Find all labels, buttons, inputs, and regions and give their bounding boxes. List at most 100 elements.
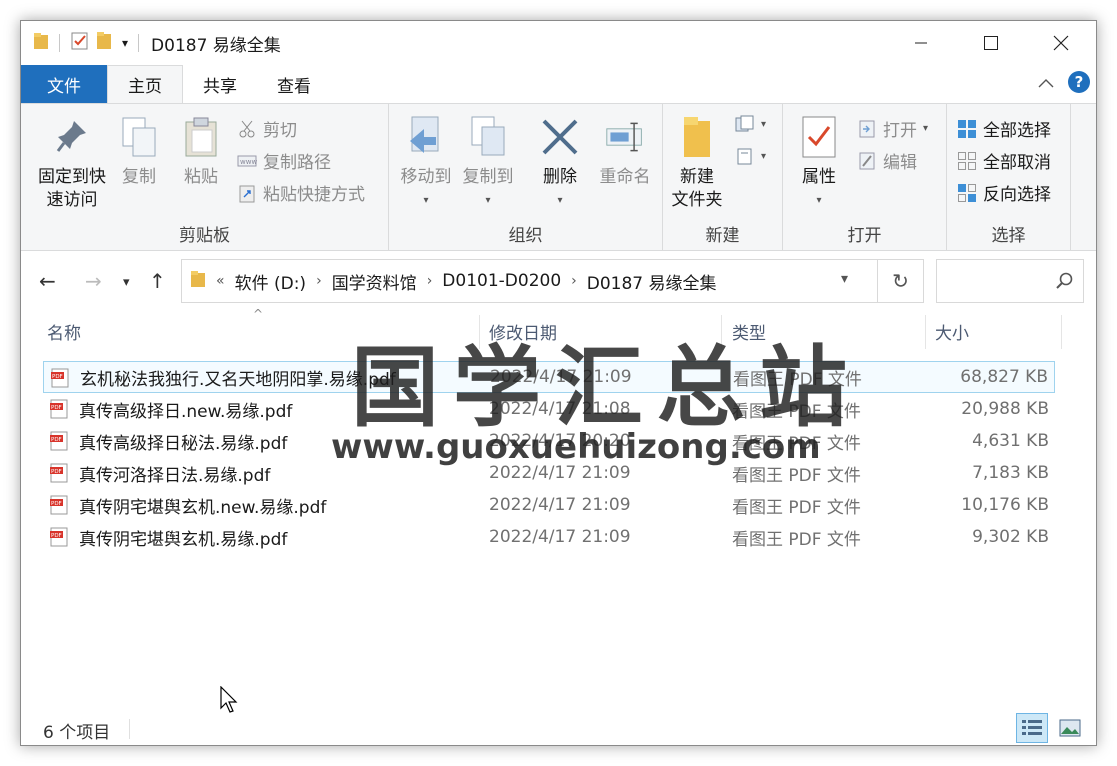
watermark-title: 国学汇总站 [351,335,862,439]
cut-button[interactable]: 剪切 [237,116,297,141]
scissors-icon [237,119,257,139]
copy-button[interactable]: 复制 [117,114,161,189]
select-none-icon [957,151,977,171]
column-name[interactable]: 名称 [47,319,81,344]
close-icon [1053,35,1069,51]
pin-icon [52,114,92,160]
help-icon[interactable]: ? [1068,71,1090,93]
ribbon-tabs: 文件 主页 共享 查看 ? [21,65,1096,103]
open-button[interactable]: 打开 ▾ [857,116,928,141]
copy-path-button[interactable]: www 复制路径 [237,148,331,173]
file-row[interactable]: PDF 真传阴宅堪舆玄机.易缘.pdf 2022/4/17 21:09 看图王 … [43,521,1055,553]
invert-selection-button[interactable]: 反向选择 [957,180,1051,205]
paste-shortcut-button[interactable]: 粘贴快捷方式 [237,180,365,205]
rename-button[interactable]: 重命名 [595,114,655,189]
tab-view[interactable]: 查看 [257,65,331,103]
easy-access-button[interactable]: ▾ [735,146,766,166]
minimize-button[interactable] [886,21,956,65]
select-none-button[interactable]: 全部取消 [957,148,1051,173]
paste-button[interactable]: 粘贴 [179,114,223,189]
group-label-organize: 组织 [508,226,543,246]
svg-text:PDF: PDF [51,437,62,443]
breadcrumb-item[interactable]: 软件 (D:) [235,269,307,294]
new-folder-qat-icon[interactable] [96,31,112,55]
breadcrumb-separator-icon[interactable]: › [571,273,577,289]
watermark-url: www.guoxuehuizong.com [331,427,821,467]
maximize-icon [984,36,998,50]
refresh-button[interactable]: ↻ [878,259,924,303]
easy-access-icon [735,146,755,166]
forward-arrow-icon[interactable]: → [85,269,102,293]
title-bar: ▾ D0187 易缘全集 [21,21,1096,65]
window-controls [886,21,1096,65]
search-icon [1056,272,1073,289]
pdf-file-icon: PDF [50,431,68,451]
svg-text:PDF: PDF [51,501,62,507]
pin-quick-access-button[interactable]: 固定到快 速访问 [29,114,115,212]
move-to-icon [406,114,446,160]
breadcrumb-separator-icon[interactable]: › [427,273,433,289]
pdf-file-icon: PDF [50,463,68,483]
copy-to-button[interactable]: 复制到 ▾ [459,114,517,212]
group-label-open: 打开 [847,226,882,246]
breadcrumb-item[interactable]: D0101-D0200 [442,271,561,291]
group-label-select: 选择 [991,226,1026,246]
properties-button[interactable]: 属性 ▾ [797,114,841,212]
breadcrumb-separator-icon[interactable]: › [316,273,322,289]
properties-icon [799,114,839,160]
open-icon [857,119,877,139]
svg-text:PDF: PDF [51,469,62,475]
move-to-button[interactable]: 移动到 ▾ [397,114,455,212]
column-divider[interactable] [1061,315,1062,349]
breadcrumb-overflow[interactable]: « [216,273,225,289]
collapse-ribbon-icon[interactable] [1038,73,1054,92]
breadcrumb-item[interactable]: 国学资料馆 [332,269,417,294]
minimize-icon [915,42,927,44]
pdf-file-icon: PDF [51,368,69,388]
recent-locations-icon[interactable]: ▾ [123,275,130,290]
group-clipboard: 固定到快 速访问 复制 粘贴 剪切 www 复制路径 粘贴快捷方式 剪贴板 [21,104,389,250]
breadcrumb-item[interactable]: D0187 易缘全集 [587,269,717,294]
edit-pencil-icon [857,151,877,171]
address-bar[interactable]: « 软件 (D:) › 国学资料馆 › D0101-D0200 › D0187 … [181,259,878,303]
folder-icon [33,32,49,54]
maximize-button[interactable] [956,21,1026,65]
address-dropdown-icon[interactable]: ▾ [841,271,848,287]
pdf-file-icon: PDF [50,399,68,419]
navigation-bar: ← → ▾ ↑ « 软件 (D:) › 国学资料馆 › D0101-D0200 … [21,251,1096,311]
new-item-button[interactable]: ▾ [735,114,766,134]
back-arrow-icon[interactable]: ← [39,269,56,293]
sort-ascending-icon: ^ [253,307,264,321]
pdf-file-icon: PDF [50,527,68,547]
new-folder-button[interactable]: 新建 文件夹 [669,114,725,212]
large-icons-view-button[interactable] [1054,713,1086,743]
window-title: D0187 易缘全集 [151,35,281,56]
up-arrow-icon[interactable]: ↑ [149,269,166,293]
status-divider [129,719,130,739]
delete-button[interactable]: 删除 ▾ [537,114,583,212]
copy-icon [119,114,159,160]
close-button[interactable] [1026,21,1096,65]
search-box[interactable] [936,259,1084,303]
folder-icon [190,270,206,293]
column-size[interactable]: 大小 [935,319,969,344]
column-divider[interactable] [925,315,926,349]
item-count: 6 个项目 [43,723,111,743]
properties-qat-icon[interactable] [70,31,90,55]
select-all-button[interactable]: 全部选择 [957,116,1051,141]
svg-text:PDF: PDF [51,405,62,411]
delete-x-icon [540,114,580,160]
file-row[interactable]: PDF 真传阴宅堪舆玄机.new.易缘.pdf 2022/4/17 21:09 … [43,489,1055,521]
tab-share[interactable]: 共享 [183,65,257,103]
tab-file[interactable]: 文件 [21,65,107,103]
svg-text:PDF: PDF [52,374,63,380]
ribbon-right-controls: ? [1038,71,1090,93]
large-icons-view-icon [1059,719,1081,737]
ribbon-home: 固定到快 速访问 复制 粘贴 剪切 www 复制路径 粘贴快捷方式 剪贴板 移动… [21,103,1096,251]
details-view-button[interactable] [1016,713,1048,743]
mouse-cursor-icon [220,686,238,713]
new-folder-icon [677,114,717,160]
tab-home[interactable]: 主页 [107,65,183,103]
edit-button[interactable]: 编辑 [857,148,917,173]
qat-customize-icon[interactable]: ▾ [122,36,128,50]
